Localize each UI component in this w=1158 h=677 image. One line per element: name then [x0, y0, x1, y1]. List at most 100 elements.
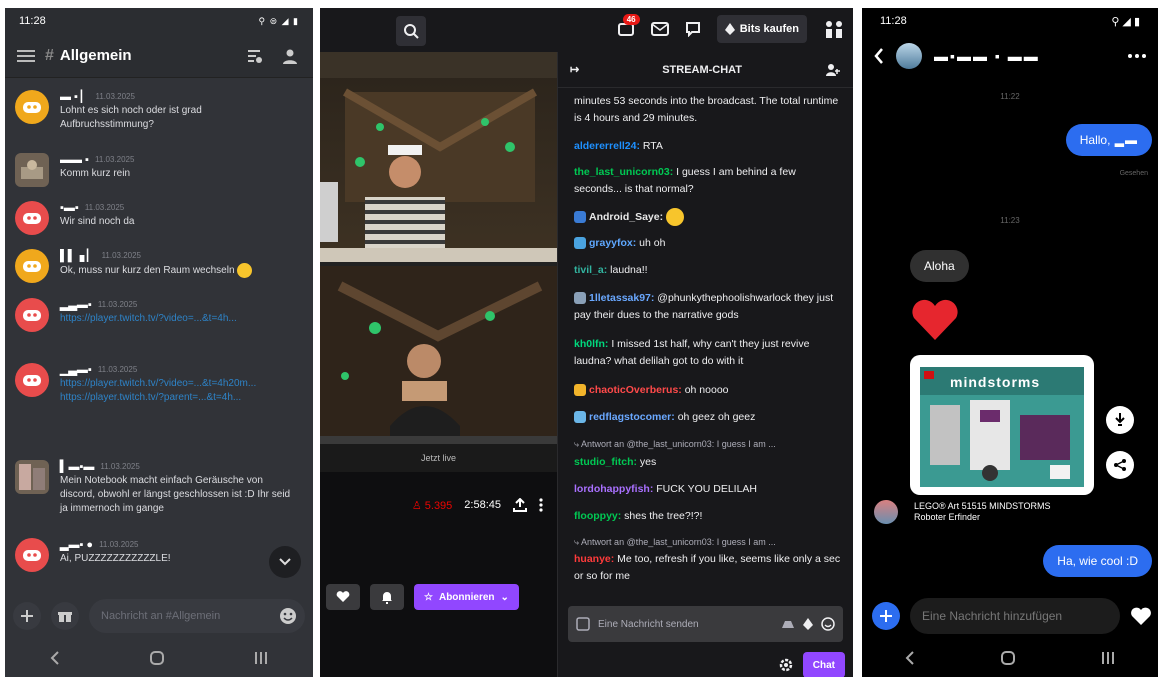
- home-nav-icon[interactable]: [1000, 650, 1016, 666]
- back-nav-icon[interactable]: [905, 651, 915, 665]
- chat-username[interactable]: aldererrell24:: [574, 140, 640, 152]
- chat-username[interactable]: lordohappyfish:: [574, 483, 653, 495]
- chat-username[interactable]: huanye:: [574, 553, 614, 565]
- message-item[interactable]: ▂▬▪ ● 11.03.2025 Ai, PUZZZZZZZZZZZLE!: [15, 538, 305, 572]
- message-item[interactable]: ▪▬▪ 11.03.2025 Wir sind noch da: [15, 201, 305, 235]
- stream-chat: ↦ STREAM-CHAT minutes 53 seconds into th…: [557, 52, 853, 677]
- chat-username[interactable]: redflagstocomer:: [589, 411, 675, 423]
- message-item[interactable]: ▬ ▪ ▏ 11.03.2025 Lohnt es sich noch oder …: [15, 90, 305, 132]
- chat-username[interactable]: studio_fitch:: [574, 456, 637, 468]
- emote-picker-icon[interactable]: [821, 617, 835, 631]
- chat-username[interactable]: tivil_a:: [574, 264, 607, 276]
- product-title: LEGO® Art 51515 MINDSTORMS: [914, 501, 1051, 511]
- messenger-panel: 11:28 ⚲ ◢ ▮ ▬▪▬▬ ▪ ▬▬ 11:22 Hallo, ▂▬ Ge…: [862, 8, 1158, 677]
- more-options-icon[interactable]: [1128, 54, 1146, 58]
- message-item[interactable]: ▌▌▗ ▏ 11.03.2025 Ok, muss nur kurz den Ra…: [15, 249, 305, 283]
- share-button[interactable]: [1106, 451, 1134, 479]
- discord-avatar[interactable]: [15, 249, 49, 283]
- message-author[interactable]: ▍▬▪▬: [60, 460, 94, 474]
- discord-avatar[interactable]: [15, 538, 49, 572]
- recents-nav-icon[interactable]: [254, 651, 268, 665]
- back-nav-icon[interactable]: [50, 651, 60, 665]
- message-item[interactable]: ▬▬ ▪ 11.03.2025 Komm kurz rein: [15, 153, 305, 187]
- discord-avatar[interactable]: [15, 201, 49, 235]
- message-link[interactable]: https://player.twitch.tv/?parent=...&t=4…: [60, 391, 280, 405]
- user-avatar[interactable]: [15, 460, 49, 494]
- buy-bits-button[interactable]: Bits kaufen: [716, 15, 807, 43]
- redacted-text: ▂▬: [1110, 133, 1138, 147]
- chat-username[interactable]: chaoticOverberus:: [589, 384, 682, 396]
- message-input[interactable]: Eine Nachricht hinzufügen: [910, 598, 1120, 634]
- message-author[interactable]: ▬▬ ▪: [60, 153, 89, 167]
- message-item[interactable]: ▁▃▬▪ 11.03.2025 https://player.twitch.tv/…: [15, 363, 305, 405]
- collapse-chat-icon[interactable]: ↦: [570, 63, 579, 76]
- jump-to-bottom-button[interactable]: [269, 546, 301, 578]
- chat-username[interactable]: 1lletassak97:: [589, 292, 654, 304]
- discord-avatar[interactable]: [15, 298, 49, 332]
- product-subtitle: Roboter Erfinder: [914, 512, 981, 522]
- threads-icon[interactable]: [243, 45, 265, 67]
- sent-message[interactable]: Ha, wie cool :D: [1043, 545, 1152, 577]
- follow-button[interactable]: [326, 584, 360, 610]
- received-message[interactable]: Aloha: [910, 250, 969, 282]
- mail-icon[interactable]: [650, 22, 669, 36]
- recents-nav-icon[interactable]: [1101, 651, 1115, 665]
- chat-message-text: laudna!!: [607, 264, 648, 276]
- message-input[interactable]: Nachricht an #Allgemein: [89, 599, 305, 633]
- chat-username[interactable]: grayyfox:: [589, 237, 636, 249]
- discord-avatar[interactable]: [15, 90, 49, 124]
- user-avatar[interactable]: [15, 153, 49, 187]
- sender-avatar[interactable]: [874, 500, 898, 524]
- star-icon: ☆: [424, 591, 433, 603]
- chat-message-text: Me too, refresh if you like, seems like …: [574, 553, 841, 582]
- status-bar: 11:28 ⚲ ◢ ▮: [862, 8, 1158, 34]
- chat-username[interactable]: kh0lfn:: [574, 338, 608, 350]
- menu-icon[interactable]: [17, 49, 35, 63]
- chat-username[interactable]: the_last_unicorn03:: [574, 166, 673, 178]
- message-author[interactable]: ▌▌▗ ▏: [60, 249, 96, 263]
- bits-icon[interactable]: [803, 618, 813, 630]
- profile-icon[interactable]: [823, 19, 845, 39]
- message-item[interactable]: ▍▬▪▬ 11.03.2025 Mein Notebook macht einfa…: [15, 460, 305, 516]
- message-author[interactable]: ▪▬▪: [60, 201, 79, 215]
- contact-avatar[interactable]: [896, 43, 922, 69]
- back-arrow-icon[interactable]: [874, 48, 884, 64]
- chat-username[interactable]: flooppyy:: [574, 510, 621, 522]
- like-heart-icon[interactable]: [1130, 606, 1152, 626]
- discord-avatar[interactable]: [15, 363, 49, 397]
- home-nav-icon[interactable]: [149, 650, 165, 666]
- gift-button[interactable]: [51, 602, 79, 630]
- message-author[interactable]: ▂▬▪ ●: [60, 538, 93, 552]
- download-button[interactable]: [1106, 406, 1134, 434]
- chat-input[interactable]: Eine Nachricht senden: [568, 606, 843, 642]
- emoji-icon[interactable]: [279, 607, 297, 625]
- search-button[interactable]: [396, 16, 426, 46]
- more-options-icon[interactable]: [539, 498, 543, 512]
- add-attachment-button[interactable]: [872, 602, 900, 630]
- settings-gear-icon[interactable]: [779, 658, 793, 672]
- chat-username[interactable]: Android_Saye:: [589, 211, 663, 223]
- message-author[interactable]: ▁▃▬▪: [60, 363, 92, 377]
- message-link[interactable]: https://player.twitch.tv/?video=...&t=4h…: [60, 377, 280, 391]
- message-link[interactable]: https://player.twitch.tv/?video=...&t=4h…: [60, 312, 280, 326]
- video-player[interactable]: Jetzt live: [320, 52, 557, 472]
- product-brand-text: mindstorms: [950, 374, 1041, 390]
- channel-points-icon[interactable]: [781, 618, 795, 630]
- send-chat-button[interactable]: Chat: [802, 652, 845, 677]
- share-icon[interactable]: [513, 498, 527, 512]
- subscribe-button[interactable]: ☆ Abonnieren ⌄: [414, 584, 519, 610]
- product-image[interactable]: mindstorms: [910, 355, 1094, 495]
- message-item[interactable]: ▂▃▬▪ 11.03.2025 https://player.twitch.tv/…: [15, 298, 305, 332]
- members-icon[interactable]: [279, 45, 301, 67]
- notify-button[interactable]: [370, 584, 404, 610]
- whispers-icon[interactable]: [685, 21, 701, 37]
- message-author[interactable]: ▂▃▬▪: [60, 298, 92, 312]
- add-attachment-button[interactable]: [13, 602, 41, 630]
- message-author[interactable]: ▬ ▪ ▏: [60, 90, 89, 104]
- chat-badge-selector-icon[interactable]: [576, 617, 590, 631]
- contact-name[interactable]: ▬▪▬▬ ▪ ▬▬: [934, 48, 1116, 64]
- chat-badge-icon: [574, 411, 586, 424]
- community-icon[interactable]: [825, 63, 841, 77]
- sent-message[interactable]: Hallo, ▂▬: [1065, 124, 1152, 156]
- notifications-button[interactable]: 46: [617, 14, 640, 38]
